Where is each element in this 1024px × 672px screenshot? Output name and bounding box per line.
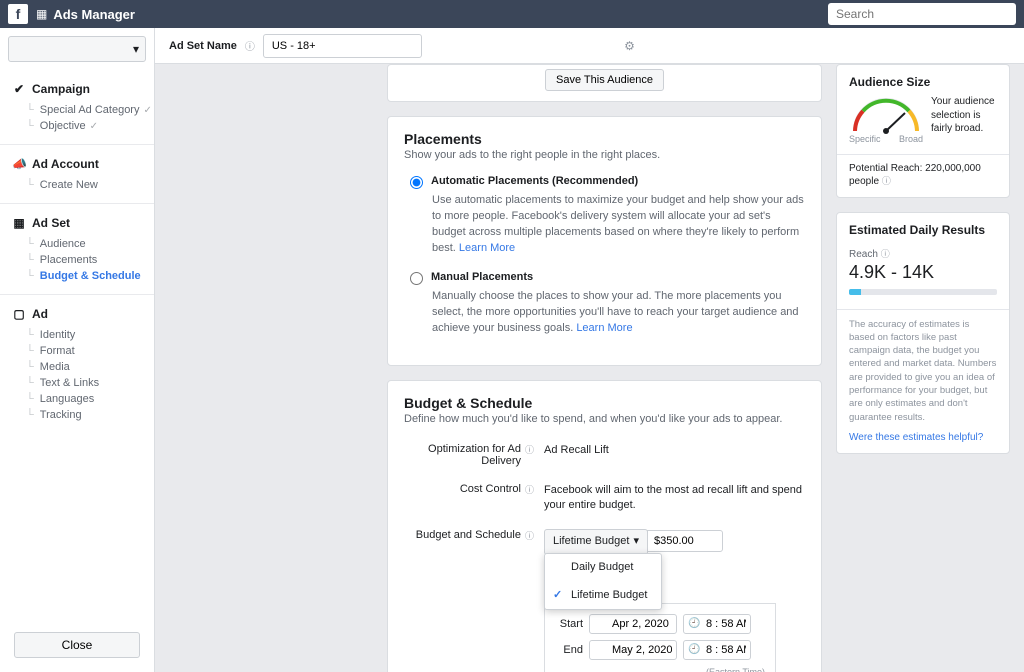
option-lifetime-budget[interactable]: Lifetime Budget [545,582,661,609]
info-icon[interactable]: ⓘ [525,483,534,496]
nav-campaign[interactable]: ✔Campaign [0,80,154,98]
auto-placements-label: Automatic Placements (Recommended) [431,175,638,189]
clock-icon: 🕘 [688,617,700,631]
clock-icon: 🕘 [688,643,700,657]
adset-icon: ▦ [12,216,26,230]
start-date-input[interactable] [589,614,677,634]
facebook-logo[interactable]: f [8,4,28,24]
nav-item-placements[interactable]: └Placements [26,252,154,268]
campaign-icon: ✔ [12,82,26,96]
nav-item-text-links[interactable]: └Text & Links [26,375,154,391]
chevron-down-icon: ▾ [633,534,639,549]
gear-icon[interactable]: ⚙ [624,39,635,53]
budget-title: Budget & Schedule [404,395,805,411]
ad-set-name-label: Ad Set Name [169,40,237,52]
close-button[interactable]: Close [14,632,140,658]
info-icon[interactable]: ⓘ [245,38,255,53]
end-date-input[interactable] [589,640,677,660]
nav-ad[interactable]: ▢Ad [0,305,154,323]
budget-sub: Define how much you'd like to spend, and… [404,413,805,425]
budget-amount-input[interactable] [647,530,723,552]
audience-card-tail: Save This Audience [387,64,822,102]
timezone: (Eastern Time) [555,666,765,672]
option-daily-budget[interactable]: Daily Budget [545,554,661,581]
audience-size-title: Audience Size [849,75,997,89]
save-audience-button[interactable]: Save This Audience [545,69,664,91]
nav-item-media[interactable]: └Media [26,359,154,375]
budget-type-menu: Daily Budget Lifetime Budget [544,553,662,610]
audience-message: Your audience selection is fairly broad. [931,95,997,136]
placements-title: Placements [404,131,805,147]
chevron-down-icon: ▾ [133,42,139,56]
nav-item-format[interactable]: └Format [26,343,154,359]
optimization-value: Ad Recall Lift [544,439,805,467]
budget-type-dropdown[interactable]: Lifetime Budget ▾ [544,529,648,554]
left-sidebar: ▾ ✔Campaign └Special Ad Category✓ └Objec… [0,28,155,672]
info-icon[interactable]: ⓘ [881,249,890,259]
learn-more-manual[interactable]: Learn More [576,322,632,334]
check-icon: ✓ [143,105,151,116]
budget-schedule-card: Budget & Schedule Define how much you'd … [387,380,822,672]
nav-ad-set[interactable]: ▦Ad Set [0,214,154,232]
search-input[interactable] [828,3,1016,25]
ad-set-name-bar: Ad Set Name ⓘ ⚙ [155,28,1024,64]
info-icon[interactable]: ⓘ [882,176,891,186]
megaphone-icon: 📣 [12,157,26,171]
account-select[interactable]: ▾ [8,36,146,62]
nav-item-audience[interactable]: └Audience [26,236,154,252]
nav-item-budget-schedule[interactable]: └Budget & Schedule [26,268,154,284]
potential-reach: Potential Reach: 220,000,000 people ⓘ [849,163,997,187]
cost-control-value: Facebook will aim to the most ad recall … [544,479,805,514]
nav-item-create-new[interactable]: └Create New [26,177,154,193]
est-disclaimer: The accuracy of estimates is based on fa… [849,318,997,424]
learn-more-auto[interactable]: Learn More [459,242,515,254]
reach-bar [849,289,997,295]
audience-size-card: Audience Size SpecificBroad [836,64,1010,198]
nav-item-special-ad[interactable]: └Special Ad Category✓ [26,102,154,118]
schedule-box: Start 📅 🕘 End 📅 🕘 (Ea [544,603,776,672]
search-wrap [828,3,1016,25]
est-title: Estimated Daily Results [849,223,997,237]
ad-set-name-input[interactable] [263,34,422,58]
top-bar: f ▦ Ads Manager [0,0,1024,28]
radio-auto-placements[interactable] [410,176,423,189]
info-icon[interactable]: ⓘ [525,529,534,542]
info-icon[interactable]: ⓘ [525,443,534,456]
manual-placements-label: Manual Placements [431,271,533,285]
placements-sub: Show your ads to the right people in the… [404,149,805,161]
ad-icon: ▢ [12,307,26,321]
radio-manual-placements[interactable] [410,272,423,285]
apps-grid-icon[interactable]: ▦ [36,7,47,21]
nav-item-objective[interactable]: └Objective✓ [26,118,154,134]
nav-item-languages[interactable]: └Languages [26,391,154,407]
gauge-icon [849,95,923,137]
manual-placements-desc: Manually choose the places to show your … [404,289,805,337]
estimates-helpful-link[interactable]: Were these estimates helpful? [849,432,997,443]
estimated-results-card: Estimated Daily Results Reach ⓘ 4.9K - 1… [836,212,1010,454]
auto-placements-desc: Use automatic placements to maximize you… [404,193,805,257]
app-title: Ads Manager [53,7,135,22]
nav-ad-account[interactable]: 📣Ad Account [0,155,154,173]
nav-item-tracking[interactable]: └Tracking [26,407,154,423]
reach-range: 4.9K - 14K [849,262,997,283]
placements-card: Placements Show your ads to the right pe… [387,116,822,366]
nav-item-identity[interactable]: └Identity [26,327,154,343]
check-icon: ✓ [90,121,98,132]
